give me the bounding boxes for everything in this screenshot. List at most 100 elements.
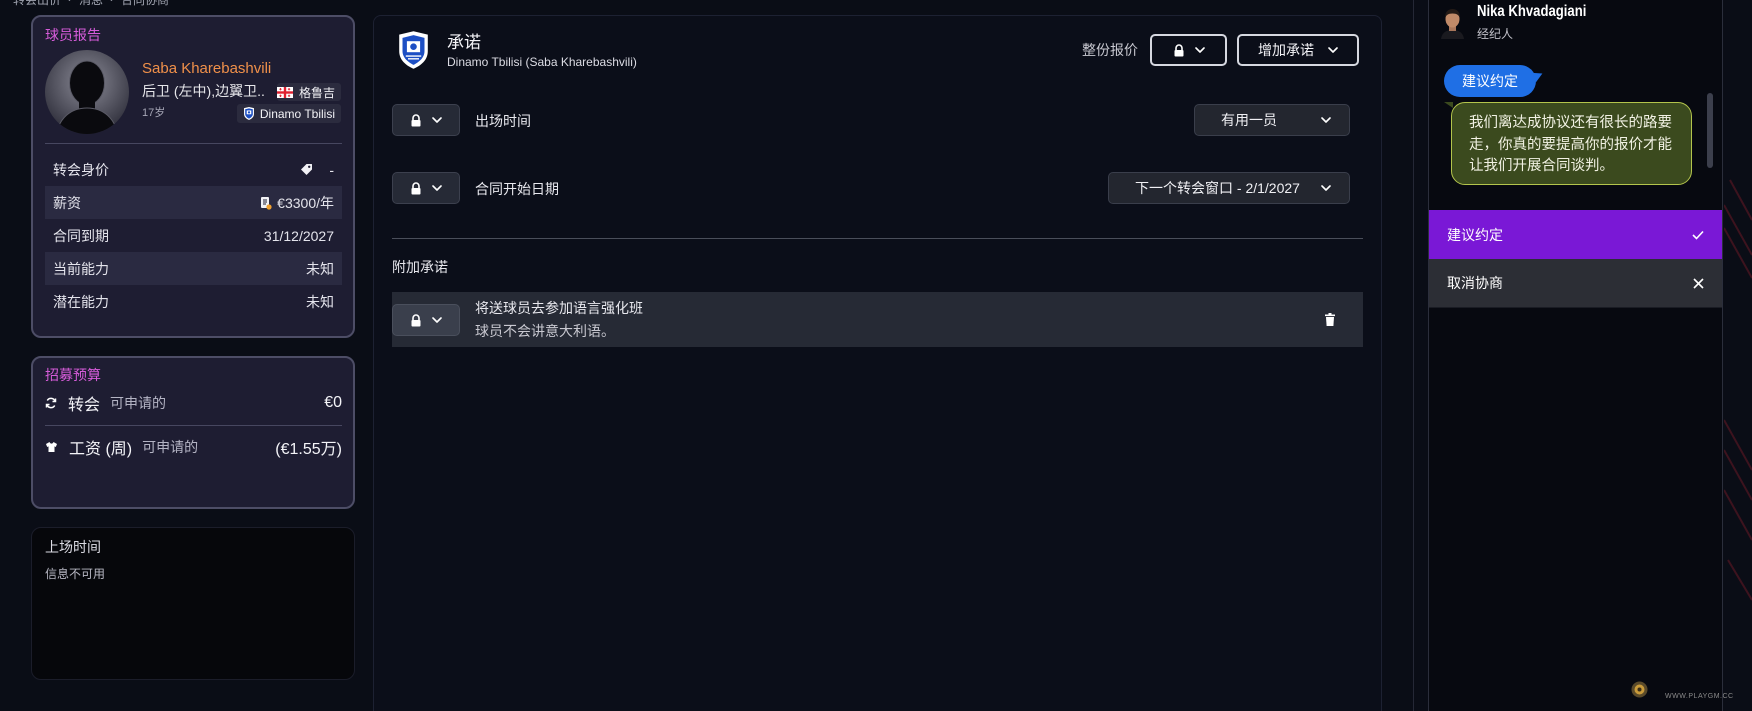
shirt-icon — [45, 441, 58, 453]
contract-start-select[interactable]: 下一个转会窗口 - 2/1/2027 — [1108, 172, 1350, 204]
budget-title: 招募预算 — [45, 367, 101, 383]
lock-icon — [410, 181, 422, 195]
nationality-label: 格鲁吉 — [298, 85, 335, 100]
budget-transfer-label: 转会 — [68, 397, 101, 414]
tag-icon — [300, 163, 313, 176]
row-potential-ability: 潜在能力 未知 — [45, 285, 342, 318]
divider — [392, 238, 1363, 239]
playing-time-empty-text: 信息不可用 — [45, 567, 106, 581]
agent-role: 经纪人 — [1477, 27, 1514, 41]
option-label: 建议约定 — [1447, 226, 1503, 243]
club-logo-icon — [243, 107, 255, 120]
budget-transfer-value: €0 — [324, 394, 342, 411]
row-contract-expiry: 合同到期 31/12/2027 — [45, 219, 342, 252]
panel-title: 承诺 — [447, 33, 481, 52]
whole-offer-label: 整份报价 — [1082, 42, 1138, 58]
promises-panel: 承诺 Dinamo Tbilisi (Saba Kharebashvili) 整… — [373, 15, 1382, 711]
trash-icon[interactable] — [1325, 313, 1335, 326]
row-label: 潜在能力 — [53, 293, 109, 310]
option-cancel-negotiation[interactable]: 取消协商 — [1429, 259, 1722, 308]
select-value: 有用一员 — [1221, 112, 1277, 128]
chevron-down-icon — [1328, 47, 1338, 53]
agent-chat-panel: Nika Khvadagiani 经纪人 建议约定 我们离达成协议还有很长的路要… — [1428, 0, 1723, 711]
contract-start-lock-dropdown[interactable] — [392, 172, 460, 204]
playing-time-lock-dropdown[interactable] — [392, 104, 460, 136]
breadcrumb-item: 合同协商 — [121, 0, 170, 7]
row-transfer-value: 转会身价 - — [45, 153, 342, 186]
breadcrumb-item[interactable]: 消息 — [79, 0, 103, 8]
select-value: 下一个转会窗口 - 2/1/2027 — [1135, 180, 1300, 196]
panel-subtitle: Dinamo Tbilisi (Saba Kharebashvili) — [447, 55, 637, 69]
recruitment-budget-card: 招募预算 转会 可申请的 €0 工资 (周) 可申请的 (€1.55万) — [31, 356, 355, 509]
chevron-down-icon — [1321, 117, 1331, 123]
watermark-logo-icon — [1631, 681, 1648, 698]
vertical-divider — [1413, 0, 1414, 711]
option-label: 取消协商 — [1447, 275, 1503, 291]
player-report-title: 球员报告 — [45, 27, 101, 43]
club-badge[interactable]: Dinamo Tbilisi — [236, 104, 341, 123]
row-value: 未知 — [306, 260, 334, 277]
row-value: 31/12/2027 — [263, 227, 334, 244]
chat-scrollbar[interactable] — [1707, 93, 1713, 168]
row-value: - — [329, 161, 334, 178]
lock-icon — [410, 113, 422, 127]
budget-transfer-row: 转会 可申请的 €0 — [45, 391, 342, 415]
player-report-card: 球员报告 Saba Kharebashvili 后卫 (左中),边翼卫.. 格鲁… — [31, 15, 355, 338]
add-promise-button[interactable]: 增加承诺 — [1237, 34, 1359, 66]
divider — [45, 425, 342, 426]
player-position: 后卫 (左中),边翼卫.. — [142, 83, 265, 99]
additional-promise-lock-dropdown[interactable] — [392, 304, 460, 336]
promise-label-contract-start: 合同开始日期 — [475, 181, 559, 197]
row-wage: 薪资 €3300/年 — [45, 186, 342, 219]
option-propose-agreement[interactable]: 建议约定 — [1429, 210, 1722, 259]
row-label: 合同到期 — [53, 227, 109, 244]
playing-time-select[interactable]: 有用一员 — [1194, 104, 1350, 136]
lock-icon — [410, 313, 422, 327]
chevron-down-icon — [432, 117, 442, 123]
budget-transfer-sub: 可申请的 — [110, 395, 167, 411]
agent-avatar — [1439, 6, 1466, 39]
club-logo-icon — [397, 31, 430, 69]
player-name[interactable]: Saba Kharebashvili — [142, 60, 271, 78]
whole-offer-lock-button[interactable] — [1150, 34, 1227, 66]
player-age: 17岁 — [142, 107, 166, 119]
background-stripes — [1723, 0, 1752, 711]
refresh-icon — [45, 397, 57, 409]
chevron-down-icon — [432, 317, 442, 323]
contract-icon — [260, 196, 272, 210]
additional-promise-row[interactable]: 将送球员去参加语言强化班 球员不会讲意大利语。 — [392, 292, 1363, 347]
player-avatar — [45, 50, 129, 134]
budget-wage-value: (€1.55万) — [275, 441, 342, 458]
lock-icon — [1173, 43, 1185, 57]
agent-message-bubble: 我们离达成协议还有很长的路要走，你真的要提高你的报价才能让我们开展合同谈判。 — [1444, 102, 1692, 185]
budget-wage-sub: 可申请的 — [142, 439, 199, 455]
breadcrumb-item[interactable]: 转会出价 — [13, 0, 61, 8]
breadcrumb: 转会出价 › 消息 › 合同协商 — [13, 0, 169, 8]
additional-promise-desc: 球员不会讲意大利语。 — [475, 323, 615, 339]
breadcrumb-separator: › — [110, 0, 114, 8]
row-label: 转会身价 — [53, 161, 109, 178]
row-current-ability: 当前能力 未知 — [45, 252, 342, 285]
row-label: 薪资 — [53, 194, 81, 211]
divider — [45, 143, 342, 144]
club-name: Dinamo Tbilisi — [259, 106, 335, 121]
promise-label-playing-time: 出场时间 — [475, 113, 531, 129]
chevron-down-icon — [1321, 185, 1331, 191]
additional-promises-title: 附加承诺 — [392, 259, 448, 275]
georgia-flag-icon — [276, 86, 293, 98]
additional-promise-title: 将送球员去参加语言强化班 — [475, 300, 643, 316]
chevron-down-icon — [432, 185, 442, 191]
watermark-url: WWW.PLAYGM.CC — [1665, 693, 1734, 700]
playing-time-title: 上场时间 — [45, 539, 101, 555]
playing-time-card: 上场时间 信息不可用 — [31, 527, 355, 680]
row-value: 未知 — [306, 293, 334, 310]
row-label: 当前能力 — [53, 260, 109, 277]
chevron-down-icon — [1194, 47, 1205, 53]
budget-wage-row: 工资 (周) 可申请的 (€1.55万) — [45, 435, 342, 459]
check-icon — [1692, 230, 1704, 240]
user-message-bubble: 建议约定 — [1444, 65, 1536, 97]
nationality-badge[interactable]: 格鲁吉 — [276, 83, 341, 101]
row-value: €3300/年 — [277, 194, 334, 211]
agent-name[interactable]: Nika Khvadagiani — [1477, 3, 1586, 21]
add-promise-label: 增加承诺 — [1258, 42, 1314, 58]
